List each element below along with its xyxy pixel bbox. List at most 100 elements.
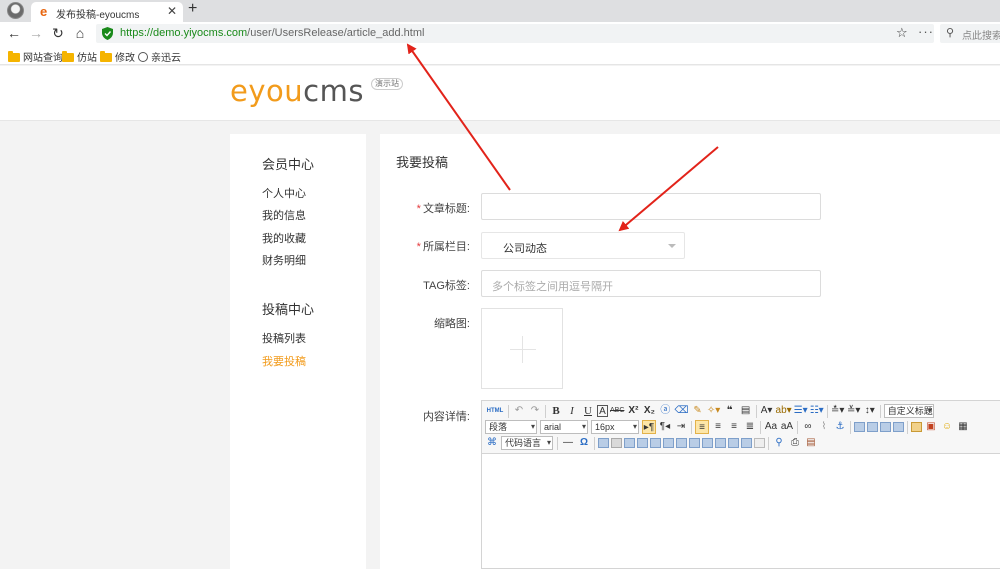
custom-title-combo[interactable]: 自定义标题: [883, 404, 934, 418]
insert-col-icon[interactable]: [650, 438, 661, 448]
paste-plain-icon[interactable]: ▤: [739, 404, 753, 418]
horizontal-rule-icon[interactable]: —: [561, 436, 575, 450]
special-char-icon[interactable]: Ω: [577, 436, 591, 450]
tag-input[interactable]: 多个标签之间用逗号隔开: [481, 270, 821, 297]
uppercase-icon[interactable]: Aa: [764, 420, 778, 434]
unlink-icon[interactable]: ⌇: [817, 420, 831, 434]
ordered-list-icon[interactable]: ☰▾: [794, 404, 808, 418]
print-icon[interactable]: ⎙: [788, 436, 802, 450]
insert-image-icon[interactable]: [911, 422, 922, 432]
back-arrow-icon[interactable]: ←: [6, 25, 22, 42]
bookmark-item[interactable]: 修改: [100, 49, 135, 64]
close-tab-icon[interactable]: ✕: [167, 4, 177, 18]
more-menu-icon[interactable]: ···: [918, 24, 934, 39]
font-size-combo[interactable]: 16px: [591, 420, 639, 434]
code-language-combo[interactable]: 代码语言: [501, 436, 553, 450]
category-select[interactable]: 公司动态: [481, 232, 685, 259]
video-icon[interactable]: ▦: [956, 420, 970, 434]
link-icon[interactable]: ∞: [801, 420, 815, 434]
search-placeholder: 点此搜索: [962, 31, 1000, 42]
format-match-icon[interactable]: ⓐ: [658, 404, 672, 418]
thumbnail-upload[interactable]: [481, 308, 563, 389]
unordered-list-icon[interactable]: ☷▾: [810, 404, 824, 418]
delete-row-icon[interactable]: [637, 438, 648, 448]
home-icon[interactable]: ⌂: [72, 25, 88, 42]
preview-icon[interactable]: ▤: [804, 436, 818, 450]
site-header: eyoucms 演示站: [0, 66, 1000, 121]
bookmark-item[interactable]: 仿站: [62, 49, 97, 64]
bold-icon[interactable]: B: [549, 404, 563, 418]
insert-row-icon[interactable]: [624, 438, 635, 448]
paragraph-format-combo[interactable]: 段落: [485, 420, 537, 434]
font-color-icon[interactable]: A▾: [760, 404, 774, 418]
insert-code-icon[interactable]: ⌘: [485, 436, 499, 450]
align-justify-icon[interactable]: ≣: [743, 420, 757, 434]
split-rows-icon[interactable]: [728, 438, 739, 448]
forward-arrow-icon[interactable]: →: [28, 25, 44, 42]
sidebar-item-new-submission[interactable]: 我要投稿: [262, 353, 306, 369]
italic-icon[interactable]: I: [565, 404, 579, 418]
sidebar-group-title: 会员中心: [262, 157, 315, 172]
tab-title: 发布投稿-eyoucms: [56, 10, 140, 21]
superscript-icon[interactable]: X²: [626, 404, 640, 418]
address-bar[interactable]: https://demo.yiyocms.com/user/UsersRelea…: [96, 24, 934, 43]
multi-image-icon[interactable]: ▣: [924, 420, 938, 434]
site-logo[interactable]: eyoucms: [230, 74, 364, 108]
highlight-color-icon[interactable]: ab▾: [776, 404, 792, 418]
eraser-icon[interactable]: ⌫: [674, 404, 688, 418]
reload-icon[interactable]: ↻: [50, 25, 66, 42]
row-spacing-bottom-icon[interactable]: ≚▾: [847, 404, 861, 418]
row-spacing-top-icon[interactable]: ≛▾: [831, 404, 845, 418]
profile-avatar[interactable]: [7, 2, 24, 19]
blockquote-icon[interactable]: ❝: [723, 404, 737, 418]
delete-col-icon[interactable]: [663, 438, 674, 448]
sidebar-item-personal-center[interactable]: 个人中心: [262, 185, 306, 201]
split-cells-icon[interactable]: [715, 438, 726, 448]
rtl-icon[interactable]: ¶◂: [658, 420, 672, 434]
split-cols-icon[interactable]: [741, 438, 752, 448]
image-float-left-icon[interactable]: [867, 422, 878, 432]
merge-right-icon[interactable]: [689, 438, 700, 448]
bookmark-item[interactable]: 网站查询: [8, 49, 63, 64]
font-border-icon[interactable]: A: [597, 405, 608, 417]
new-tab-icon[interactable]: +: [188, 0, 197, 18]
indent-icon[interactable]: ⇥: [674, 420, 688, 434]
html-source-button[interactable]: HTML: [485, 404, 505, 418]
image-float-right-icon[interactable]: [880, 422, 891, 432]
find-replace-icon[interactable]: ⚲: [772, 436, 786, 450]
align-left-icon[interactable]: ≡: [695, 420, 709, 434]
emoji-icon[interactable]: ☺: [940, 420, 954, 434]
lowercase-icon[interactable]: aA: [780, 420, 794, 434]
insert-table-icon[interactable]: [598, 438, 609, 448]
merge-down-icon[interactable]: [702, 438, 713, 448]
rich-text-editor: HTML ↶ ↷ B I U A ABC X² X₂ ⓐ ⌫ ✎ ✧▾ ❝ ▤ A▾ ab▾ ☰▾ ☷▾ ≛▾ ≚▾ ↕▾ 自…: [481, 400, 1000, 569]
image-float-none-icon[interactable]: [854, 422, 865, 432]
article-title-input[interactable]: [481, 193, 821, 220]
align-right-icon[interactable]: ≡: [727, 420, 741, 434]
font-family-combo[interactable]: arial: [540, 420, 588, 434]
subscript-icon[interactable]: X₂: [642, 404, 656, 418]
redo-icon[interactable]: ↷: [528, 404, 542, 418]
align-center-icon[interactable]: ≡: [711, 420, 725, 434]
strikethrough-icon[interactable]: ABC: [610, 404, 624, 418]
delete-table-icon[interactable]: [611, 438, 622, 448]
sidebar-item-submission-list[interactable]: 投稿列表: [262, 330, 306, 346]
ltr-icon[interactable]: ▸¶: [642, 420, 656, 434]
table-props-icon[interactable]: [754, 438, 765, 448]
merge-cells-icon[interactable]: [676, 438, 687, 448]
image-center-icon[interactable]: [893, 422, 904, 432]
browser-tab[interactable]: e 发布投稿-eyoucms ✕: [31, 2, 183, 22]
browser-search-box[interactable]: ⚲ 点此搜索: [940, 24, 1000, 43]
anchor-icon[interactable]: ⚓: [833, 420, 847, 434]
sidebar-item-my-info[interactable]: 我的信息: [262, 207, 306, 223]
auto-typeset-icon[interactable]: ✧▾: [707, 404, 721, 418]
sidebar-item-favorites[interactable]: 我的收藏: [262, 230, 306, 246]
undo-icon[interactable]: ↶: [512, 404, 526, 418]
line-height-icon[interactable]: ↕▾: [863, 404, 877, 418]
bookmark-star-icon[interactable]: ☆: [896, 25, 908, 41]
sidebar-item-finance[interactable]: 财务明细: [262, 252, 306, 268]
bookmark-item[interactable]: 亲迅云: [138, 49, 181, 64]
editor-content-area[interactable]: [482, 455, 1000, 568]
format-brush-icon[interactable]: ✎: [691, 404, 705, 418]
underline-icon[interactable]: U: [581, 404, 595, 418]
